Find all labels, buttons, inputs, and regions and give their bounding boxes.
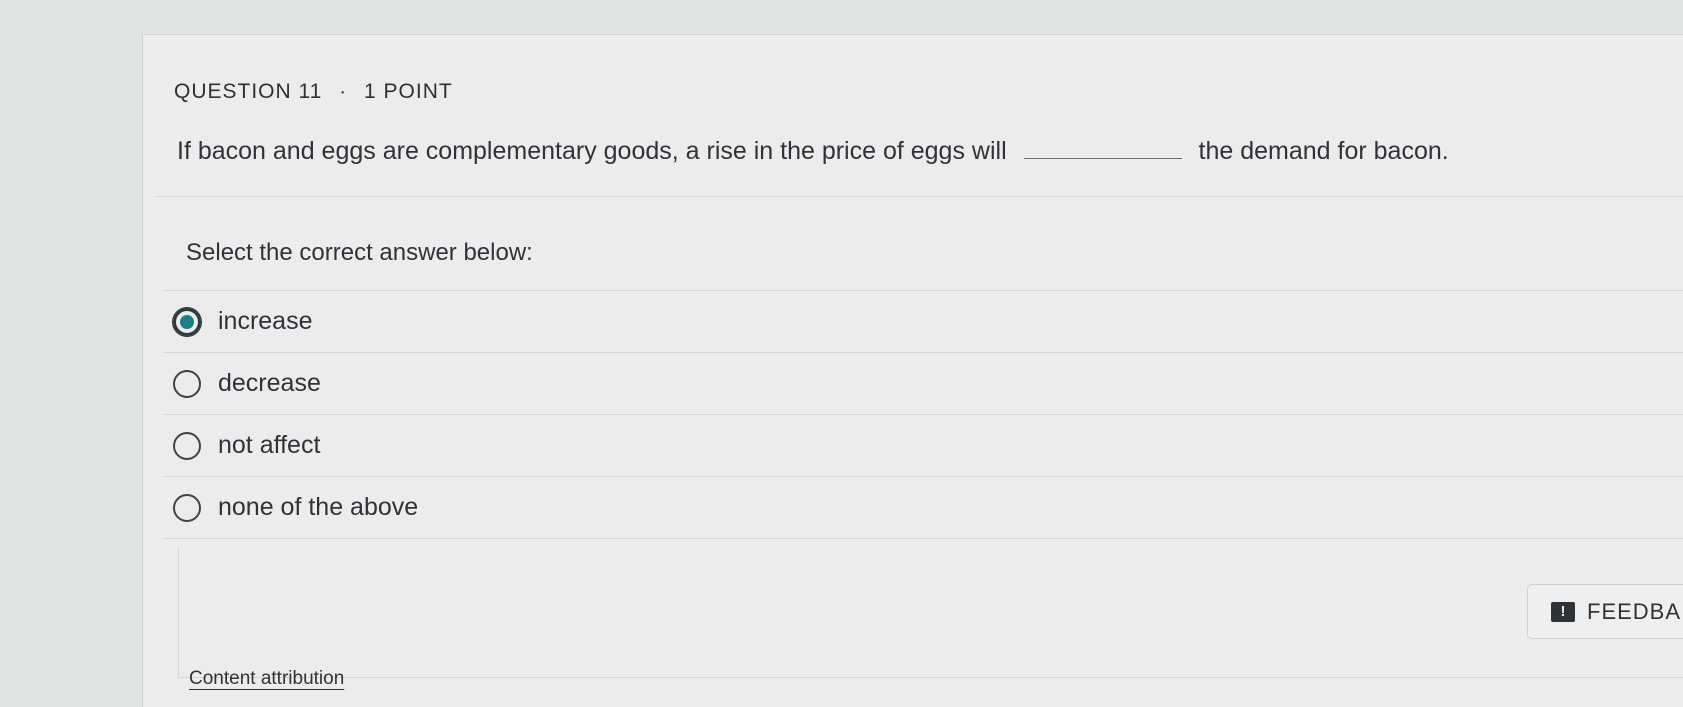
content-attribution-link[interactable]: Content attribution xyxy=(189,668,344,690)
feedback-button[interactable]: ! FEEDBA xyxy=(1527,584,1683,639)
radio-icon[interactable] xyxy=(173,493,201,522)
answer-blank xyxy=(1023,158,1182,159)
radio-selected-icon[interactable] xyxy=(173,307,201,336)
radio-icon[interactable] xyxy=(173,431,201,460)
option-none-of-the-above[interactable]: none of the above xyxy=(163,477,1683,539)
radio-icon[interactable] xyxy=(173,369,201,398)
option-not-affect[interactable]: not affect xyxy=(163,415,1683,477)
option-label: decrease xyxy=(218,369,321,397)
answer-options: increase decrease not affect none of the… xyxy=(163,290,1683,539)
option-decrease[interactable]: decrease xyxy=(163,353,1683,415)
question-text-before: If bacon and eggs are complementary good… xyxy=(177,137,1007,165)
option-label: increase xyxy=(218,307,313,335)
header-separator: · xyxy=(339,80,348,103)
question-number: QUESTION 11 xyxy=(174,80,323,103)
question-header: QUESTION 11 · 1 POINT xyxy=(174,80,453,104)
question-points: 1 POINT xyxy=(364,80,453,103)
feedback-label: FEEDBA xyxy=(1587,598,1682,624)
feedback-area: ! FEEDBA xyxy=(178,547,1683,678)
option-label: not affect xyxy=(218,431,321,459)
option-label: none of the above xyxy=(218,493,419,521)
alert-icon: ! xyxy=(1551,601,1575,622)
answer-prompt: Select the correct answer below: xyxy=(186,239,533,266)
option-increase[interactable]: increase xyxy=(163,291,1683,353)
divider xyxy=(155,196,1683,197)
question-card: QUESTION 11 · 1 POINT If bacon and eggs … xyxy=(142,34,1683,707)
question-text: If bacon and eggs are complementary good… xyxy=(177,137,1449,166)
question-text-after: the demand for bacon. xyxy=(1198,137,1449,165)
